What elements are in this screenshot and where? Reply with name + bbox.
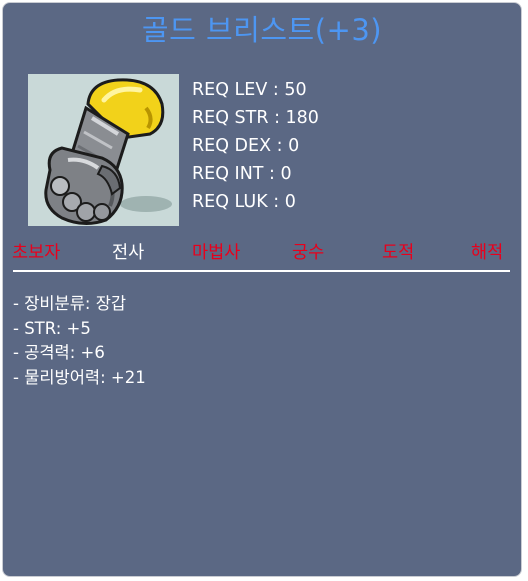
- job-magician: 마법사: [192, 243, 241, 263]
- stat-category: - 장비분류: 장갑: [13, 294, 127, 313]
- job-list: 초보자 전사 마법사 궁수 도적 해적: [3, 239, 523, 267]
- job-warrior: 전사: [112, 243, 145, 263]
- stats-list: - 장비분류: 장갑 - STR: +5 - 공격력: +6 - 물리방어력: …: [13, 292, 146, 390]
- job-thief: 도적: [382, 243, 415, 263]
- req-int: REQ INT : 0: [192, 164, 292, 184]
- job-pirate: 해적: [471, 243, 504, 263]
- req-dex: REQ DEX : 0: [192, 136, 300, 156]
- job-beginner: 초보자: [12, 243, 61, 263]
- item-tooltip-card: 골드 브리스트(+3) REQ LEV : 50 REQ STR: 180 R…: [2, 2, 522, 577]
- job-bowman: 궁수: [292, 243, 325, 263]
- requirements-list: REQ LEV : 50 REQ STR : 180 REQ DEX : 0 R…: [192, 76, 319, 216]
- req-level: REQ LEV : 50: [192, 80, 307, 100]
- item-title: 골드 브리스트(+3): [141, 13, 383, 47]
- stat-str: - STR: +5: [13, 318, 91, 338]
- req-str: REQ STR : 180: [192, 108, 319, 128]
- stat-defense: - 물리방어력: +21: [13, 367, 146, 387]
- stat-attack: - 공격력: +6: [13, 343, 105, 362]
- req-luk: REQ LUK : 0: [192, 192, 296, 212]
- divider: [13, 270, 510, 272]
- gold-gauntlet-glove-icon: [44, 78, 172, 225]
- item-image: [28, 74, 179, 226]
